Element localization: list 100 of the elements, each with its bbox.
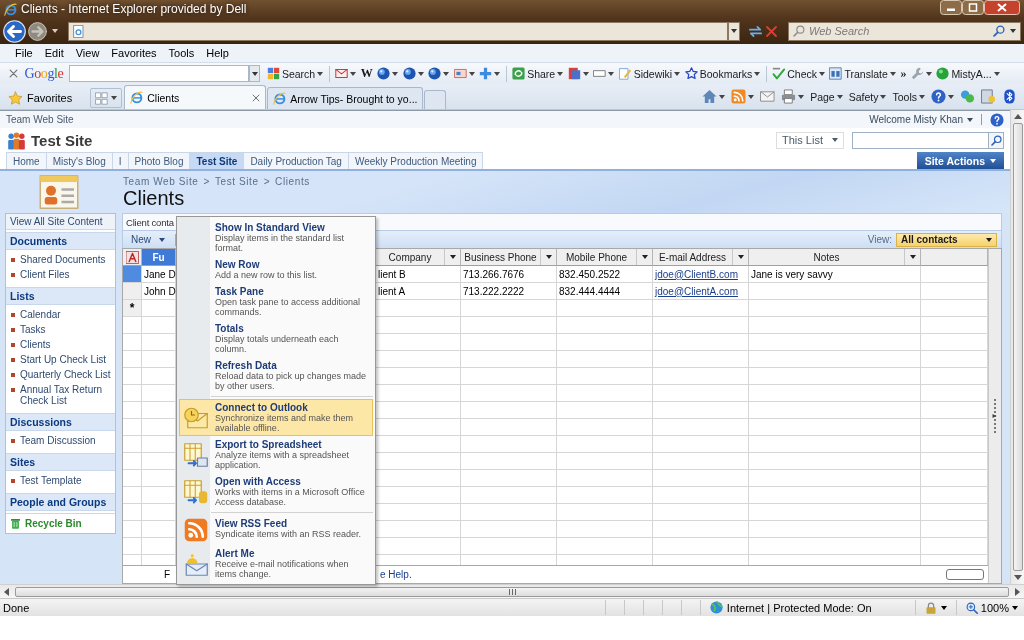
- sidebar-link[interactable]: Shared Documents: [20, 254, 106, 265]
- search-field[interactable]: [852, 131, 989, 149]
- sidebar-link[interactable]: Quarterly Check List: [20, 369, 111, 380]
- toolbar-button[interactable]: [427, 67, 451, 80]
- column-header[interactable]: Mobile Phone: [557, 249, 653, 266]
- sidebar-link[interactable]: Calendar: [20, 309, 61, 320]
- menu-item[interactable]: Show In Standard View Display items in the standard list format.: [179, 219, 373, 256]
- sidebar-link[interactable]: Clients: [20, 339, 51, 350]
- menu-item[interactable]: Export to Spreadsheet Analyze items with a spreadsheet application.: [179, 436, 373, 473]
- menu-item[interactable]: File: [15, 47, 33, 59]
- scroll-right-icon[interactable]: [1015, 587, 1020, 596]
- browser-tab[interactable]: Clients: [124, 85, 267, 109]
- column-header[interactable]: Notes: [749, 249, 921, 266]
- toolbar-button[interactable]: Bookmarks: [683, 67, 762, 80]
- toolbar-button[interactable]: [334, 67, 358, 80]
- scroll-thumb[interactable]: [15, 586, 1009, 597]
- nav-tab[interactable]: Test Site: [189, 152, 245, 169]
- sidebar-link[interactable]: Start Up Check List: [20, 354, 107, 365]
- view-dropdown[interactable]: All contacts: [896, 232, 997, 247]
- command-button[interactable]: Page: [809, 90, 844, 103]
- dropdown-button[interactable]: [728, 21, 740, 41]
- zoom-button[interactable]: 100%: [965, 601, 1018, 614]
- sidebar-link[interactable]: Tasks: [20, 324, 46, 335]
- menu-item[interactable]: Task Pane Open task pane to access additional commands.: [179, 283, 373, 320]
- sidebar-heading[interactable]: People and Groups: [6, 493, 115, 511]
- user-menu-button[interactable]: Welcome Misty Khan: [869, 114, 973, 125]
- close-icon[interactable]: [984, 0, 1020, 15]
- back-icon[interactable]: [3, 19, 26, 43]
- nav-tab[interactable]: Weekly Production Meeting: [347, 152, 484, 169]
- menu-item[interactable]: Help: [206, 47, 229, 59]
- toolbar-search-field[interactable]: [68, 65, 249, 82]
- column-header[interactable]: Fu: [142, 249, 176, 266]
- sidebar-link[interactable]: Team Discussion: [20, 435, 96, 446]
- command-button[interactable]: [930, 89, 955, 104]
- scroll-left-icon[interactable]: [4, 587, 9, 596]
- sidebar-heading[interactable]: Documents: [6, 232, 115, 250]
- menu-item[interactable]: Edit: [44, 47, 64, 59]
- scroll-down-icon[interactable]: [1013, 575, 1022, 580]
- browser-tab[interactable]: Arrow Tips- Brought to yo...: [267, 87, 424, 109]
- breadcrumb-link[interactable]: Test Site: [214, 176, 259, 187]
- toolbar-button[interactable]: [909, 67, 933, 80]
- recycle-bin-link[interactable]: Recycle Bin: [6, 513, 115, 533]
- toolbar-button[interactable]: [376, 67, 400, 80]
- menu-item[interactable]: Connect to Outlook Synchronize items and make them available offline.: [179, 399, 373, 436]
- command-button[interactable]: Safety: [847, 90, 888, 103]
- scope-dropdown[interactable]: This List: [776, 131, 844, 149]
- menu-item[interactable]: Open with Access Works with items in a Microsoft Office Access database.: [179, 473, 373, 510]
- sidebar-link[interactable]: View All Site Content: [6, 214, 115, 230]
- scroll-box[interactable]: [946, 569, 984, 580]
- column-header[interactable]: Company: [376, 249, 461, 266]
- breadcrumb-link[interactable]: Team Web Site: [123, 176, 199, 187]
- email-link[interactable]: jdoe@ClientB.com: [655, 268, 738, 280]
- command-button[interactable]: Tools: [891, 90, 926, 103]
- command-button[interactable]: [730, 89, 756, 104]
- menu-item[interactable]: View RSS Feed Syndicate items with an RSS reader.: [179, 515, 373, 545]
- vertical-scrollbar[interactable]: [1010, 110, 1024, 584]
- menu-item[interactable]: Totals Display totals underneath each column.: [179, 320, 373, 357]
- toolbar-button[interactable]: »: [899, 66, 908, 81]
- toolbar-button[interactable]: MistyA...: [935, 67, 1001, 80]
- menu-item[interactable]: View: [75, 47, 100, 59]
- toolbar-button[interactable]: [478, 67, 502, 80]
- new-button[interactable]: New: [127, 234, 169, 245]
- menu-item[interactable]: Alert Me Receive e-mail notifications when items change.: [179, 545, 373, 582]
- toolbar-button[interactable]: [401, 67, 425, 80]
- toolbar-button[interactable]: Sidewiki: [617, 67, 682, 80]
- sidebar-link[interactable]: Test Template: [20, 475, 82, 486]
- toolbar-button[interactable]: Translate: [828, 67, 897, 80]
- horizontal-scrollbar[interactable]: [0, 584, 1024, 598]
- minimize-icon[interactable]: [940, 0, 962, 15]
- scroll-thumb[interactable]: [1012, 123, 1023, 571]
- sidebar-link[interactable]: Client Files: [20, 269, 70, 280]
- sidebar-heading[interactable]: Discussions: [6, 413, 115, 431]
- lock-icon[interactable]: [924, 601, 937, 614]
- nav-tab[interactable]: Misty's Blog: [45, 152, 113, 169]
- help-link[interactable]: e Help.: [376, 569, 921, 580]
- favorites-button[interactable]: Favorites: [4, 87, 77, 109]
- nav-tab[interactable]: Home: [6, 152, 47, 169]
- toolbar-button[interactable]: [452, 67, 476, 80]
- sidebar-link[interactable]: Annual Tax Return Check List: [20, 384, 112, 406]
- close-icon[interactable]: [9, 69, 18, 78]
- toolbar-button[interactable]: [566, 67, 590, 80]
- nav-tab[interactable]: Daily Production Tag: [243, 152, 349, 169]
- breadcrumb-link[interactable]: Clients: [275, 176, 310, 187]
- site-actions-button[interactable]: Site Actions: [916, 152, 1004, 169]
- toolbar-button[interactable]: Share: [511, 67, 565, 80]
- close-icon[interactable]: [252, 93, 261, 102]
- column-header[interactable]: Business Phone: [461, 249, 557, 266]
- command-button[interactable]: [701, 89, 727, 104]
- stop-icon[interactable]: [765, 24, 778, 38]
- menu-item[interactable]: Tools: [168, 47, 195, 59]
- command-button[interactable]: [980, 89, 997, 104]
- menu-item[interactable]: Refresh Data Reload data to pick up changes made by other users.: [179, 357, 373, 394]
- toolbar-button[interactable]: W: [359, 66, 374, 81]
- help-icon[interactable]: [990, 112, 1004, 127]
- column-header[interactable]: E-mail Address: [653, 249, 749, 266]
- maximize-icon[interactable]: [962, 0, 984, 15]
- toolbar-button[interactable]: Check: [771, 67, 826, 80]
- command-button[interactable]: [780, 89, 806, 104]
- toolbar-button[interactable]: [592, 67, 616, 80]
- email-link[interactable]: jdoe@ClientA.com: [655, 285, 738, 297]
